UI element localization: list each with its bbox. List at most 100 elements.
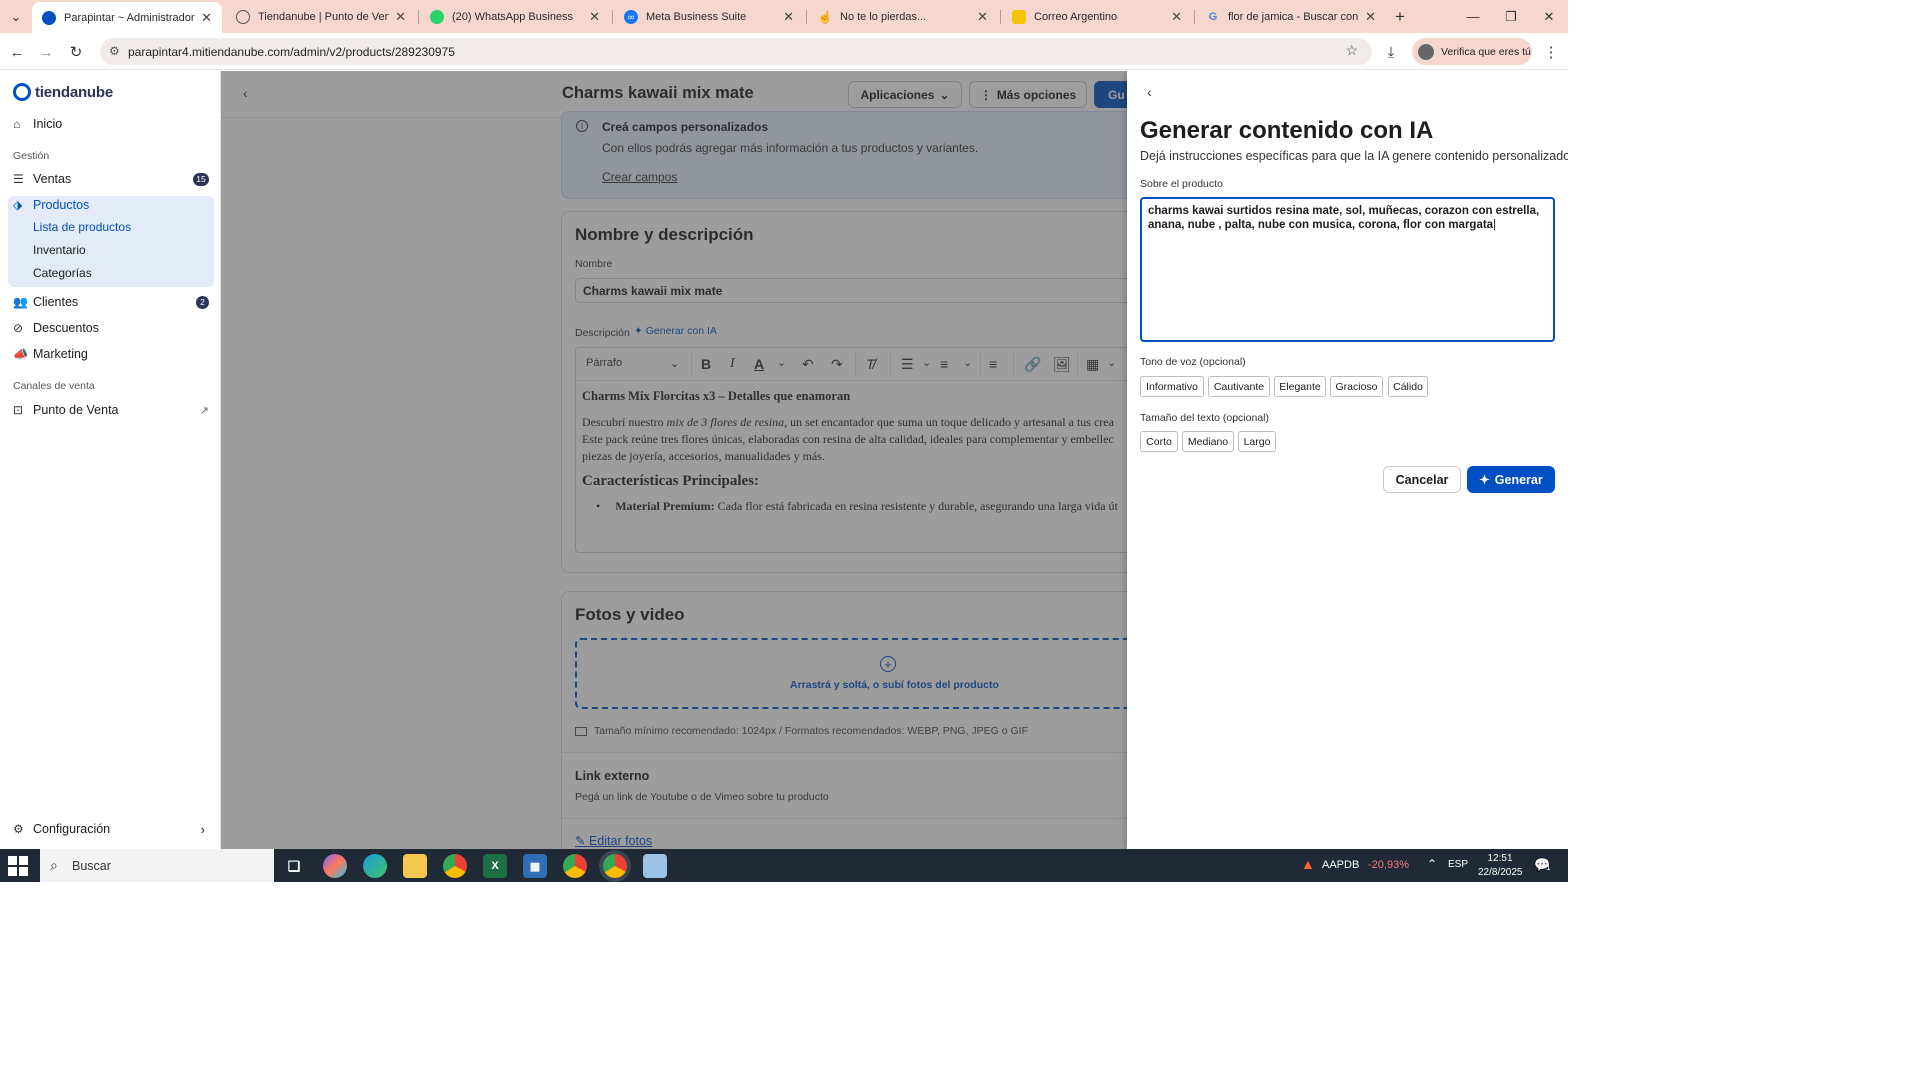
sidebar-item-label: Punto de Venta xyxy=(33,403,119,417)
brand-logo[interactable]: tiendanube xyxy=(13,83,113,101)
calculator-icon[interactable]: ▦ xyxy=(523,854,547,878)
file-explorer-icon[interactable] xyxy=(403,854,427,878)
size-chip-mediano[interactable]: Mediano xyxy=(1182,431,1234,452)
tray-chevron-up-icon[interactable]: ⌃ xyxy=(1427,857,1437,871)
tiendanube-logo-icon xyxy=(13,83,31,101)
reload-icon[interactable]: ↻ xyxy=(65,41,87,63)
app-icon[interactable] xyxy=(643,854,667,878)
store-icon: ⊡ xyxy=(13,403,24,417)
sidebar-item-inicio[interactable]: ⌂ Inicio xyxy=(13,117,209,131)
about-product-value: charms kawai surtidos resina mate, sol, … xyxy=(1148,205,1540,231)
browser-tab-meta[interactable]: ∞ Meta Business Suite ✕ xyxy=(614,0,804,33)
sidebar-item-label: Clientes xyxy=(33,295,79,309)
sidebar-item-ventas[interactable]: ☰ Ventas 15 xyxy=(13,172,209,186)
url-text: parapintar4.mitiendanube.com/admin/v2/pr… xyxy=(128,44,455,59)
download-icon[interactable]: ⤓ xyxy=(1380,41,1402,63)
site-settings-icon[interactable]: ⚙ xyxy=(109,44,120,58)
sidebar-item-descuentos[interactable]: ⊘ Descuentos xyxy=(13,321,209,335)
url-input[interactable]: ⚙ parapintar4.mitiendanube.com/admin/v2/… xyxy=(100,38,1372,65)
forward-arrow-icon[interactable]: → xyxy=(35,41,57,63)
tab-separator xyxy=(612,10,613,24)
copilot-icon[interactable] xyxy=(323,854,347,878)
generate-button[interactable]: ✦ Generar xyxy=(1467,466,1555,493)
taskbar-search-input[interactable]: ⌕ Buscar xyxy=(40,849,274,882)
tab-title: Correo Argentino xyxy=(1034,10,1118,23)
sidebar-item-label: Productos xyxy=(33,198,90,212)
sidebar-section-canales: Canales de venta xyxy=(13,380,95,392)
edge-browser-icon[interactable] xyxy=(363,854,387,878)
clock-time: 12:51 xyxy=(1487,853,1513,864)
brand-name: tiendanube xyxy=(35,83,114,101)
close-tab-icon[interactable]: ✕ xyxy=(783,9,794,25)
close-tab-icon[interactable]: ✕ xyxy=(1365,9,1376,25)
admin-page: tiendanube ⌂ Inicio Gestión ☰ Ventas 15 … xyxy=(0,71,1568,849)
tab-title: No te lo pierdas... xyxy=(840,10,927,23)
sidebar-item-label: Inicio xyxy=(33,117,63,131)
profile-verify-chip[interactable]: Verifica que eres tú xyxy=(1412,38,1532,65)
sidebar-item-punto-de-venta[interactable]: ⊡ Punto de Venta ↗ xyxy=(13,403,209,417)
restore-icon[interactable]: ❐ xyxy=(1492,0,1530,33)
tab-separator xyxy=(806,10,807,24)
chrome-active-icon[interactable] xyxy=(603,854,627,878)
size-chip-largo[interactable]: Largo xyxy=(1238,431,1276,452)
chrome-profile-icon[interactable] xyxy=(563,854,587,878)
size-chip-corto[interactable]: Corto xyxy=(1140,431,1178,452)
clientes-count-badge: 2 xyxy=(196,295,209,309)
clock-date: 22/8/2025 xyxy=(1478,867,1523,878)
close-tab-icon[interactable]: ✕ xyxy=(201,10,212,26)
about-product-textarea[interactable]: charms kawai surtidos resina mate, sol, … xyxy=(1140,197,1555,342)
sidebar-item-label: Configuración xyxy=(33,822,111,836)
back-arrow-icon[interactable]: ← xyxy=(6,41,28,63)
stock-ticker[interactable]: AAPDB xyxy=(1322,859,1359,871)
windows-start-icon[interactable] xyxy=(8,856,28,876)
back-chevron-icon[interactable]: ‹ xyxy=(1147,84,1152,100)
tab-title: Tiendanube | Punto de Venta xyxy=(258,10,390,23)
tone-chip-gracioso[interactable]: Gracioso xyxy=(1330,376,1383,397)
size-label: Tamaño del texto (opcional) xyxy=(1140,412,1269,424)
megaphone-icon: 📣 xyxy=(13,347,28,361)
browser-tab-no-te-lo-pierdas[interactable]: ☝ No te lo pierdas... ✕ xyxy=(808,0,998,33)
sidebar-item-configuracion[interactable]: ⚙ Configuración › xyxy=(13,821,209,837)
stock-change: -20,93% xyxy=(1368,859,1409,871)
tiendanube-favicon-icon xyxy=(42,10,56,25)
sidebar-subitem-inventario[interactable]: Inventario xyxy=(33,243,86,257)
sparkle-icon: ✦ xyxy=(1479,473,1490,487)
sidebar-item-clientes[interactable]: 👥 Clientes 2 xyxy=(13,295,209,309)
users-icon: 👥 xyxy=(13,295,28,309)
tone-chip-informativo[interactable]: Informativo xyxy=(1140,376,1204,397)
language-indicator[interactable]: ESP xyxy=(1448,859,1468,870)
tone-chip-calido[interactable]: Cálido xyxy=(1388,376,1428,397)
tab-search-chevron-icon[interactable]: ⌄ xyxy=(0,0,32,33)
close-window-icon[interactable]: ✕ xyxy=(1530,0,1568,33)
close-tab-icon[interactable]: ✕ xyxy=(395,9,406,25)
chevron-right-icon: › xyxy=(200,821,205,837)
new-tab-icon[interactable]: + xyxy=(1388,0,1412,33)
close-tab-icon[interactable]: ✕ xyxy=(977,9,988,25)
browser-tab-correo-argentino[interactable]: Correo Argentino ✕ xyxy=(1002,0,1192,33)
sidebar-item-label: Descuentos xyxy=(33,321,100,335)
cancel-button[interactable]: Cancelar xyxy=(1383,466,1461,493)
browser-menu-icon[interactable]: ⋮ xyxy=(1540,41,1562,63)
bookmark-star-icon[interactable]: ☆ xyxy=(1345,42,1358,59)
taskbar-search-placeholder: Buscar xyxy=(72,858,111,873)
excel-icon[interactable]: X xyxy=(483,854,507,878)
browser-tab-google[interactable]: G flor de jamica - Buscar con Goo ✕ xyxy=(1196,0,1386,33)
tone-chip-elegante[interactable]: Elegante xyxy=(1274,376,1326,397)
sidebar-subitem-categorias[interactable]: Categorías xyxy=(33,266,92,280)
sidebar-item-marketing[interactable]: 📣 Marketing xyxy=(13,347,209,361)
gear-icon: ⚙ xyxy=(13,822,24,836)
hand-favicon-icon: ☝ xyxy=(817,9,833,24)
browser-tab-parapintar[interactable]: Parapintar ~ Administrador Nu ✕ xyxy=(32,2,222,33)
taskbar-clock[interactable]: 12:51 22/8/2025 xyxy=(1478,852,1523,880)
browser-tab-whatsapp[interactable]: (20) WhatsApp Business ✕ xyxy=(420,0,610,33)
tone-chip-cautivante[interactable]: Cautivante xyxy=(1208,376,1270,397)
sidebar-subitem-lista[interactable]: Lista de productos xyxy=(33,220,131,234)
sidebar-item-productos[interactable]: ⬗ Productos xyxy=(13,198,209,212)
google-favicon-icon: G xyxy=(1208,10,1218,23)
browser-tab-punto-de-venta[interactable]: Tiendanube | Punto de Venta ✕ xyxy=(226,0,416,33)
minimize-icon[interactable]: — xyxy=(1454,0,1492,33)
task-view-icon[interactable]: ❏ xyxy=(282,854,306,878)
chrome-icon[interactable] xyxy=(443,854,467,878)
close-tab-icon[interactable]: ✕ xyxy=(1171,9,1182,25)
close-tab-icon[interactable]: ✕ xyxy=(589,9,600,25)
